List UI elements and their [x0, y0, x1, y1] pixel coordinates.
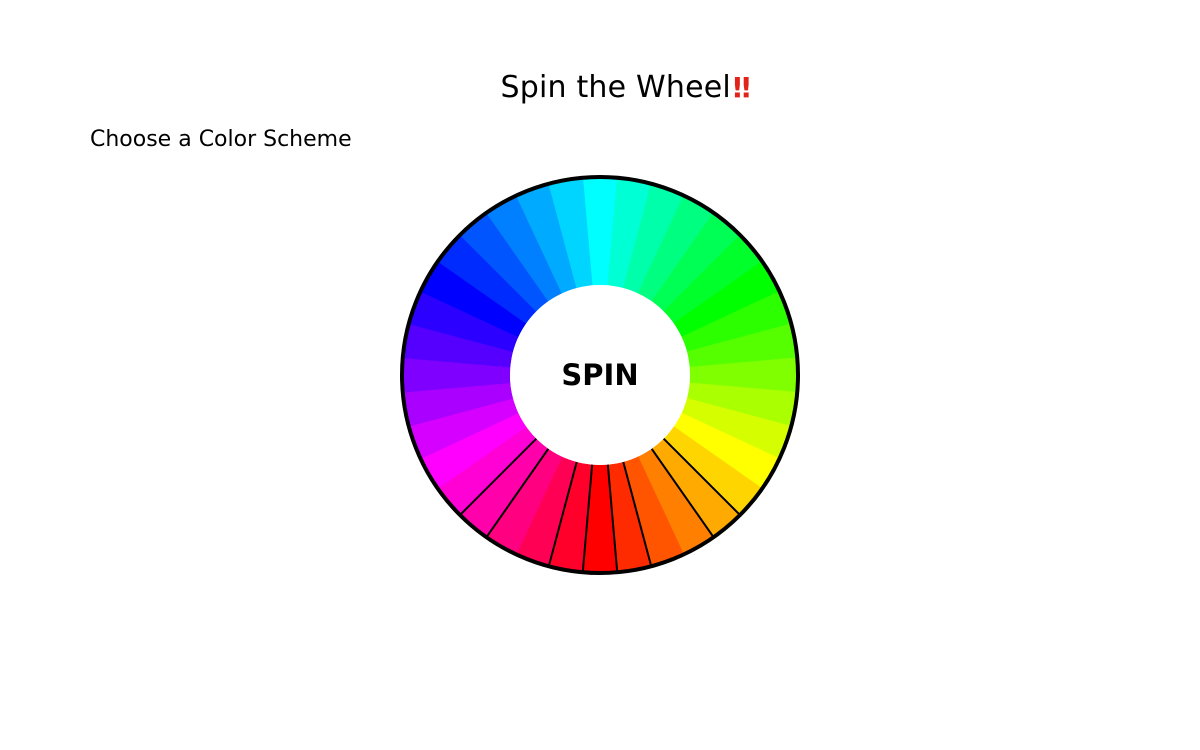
page-title: Spin the Wheel‼ — [0, 70, 1200, 105]
page-title-inner: Spin the Wheel‼ — [500, 70, 750, 105]
page-title-text: Spin the Wheel — [500, 70, 731, 105]
page: Spin the Wheel‼ Choose a Color Scheme SP… — [0, 0, 1200, 750]
color-scheme-label: Choose a Color Scheme — [90, 127, 352, 152]
spin-button[interactable]: SPIN — [510, 285, 690, 465]
double-exclamation-icon: ‼ — [732, 71, 750, 104]
